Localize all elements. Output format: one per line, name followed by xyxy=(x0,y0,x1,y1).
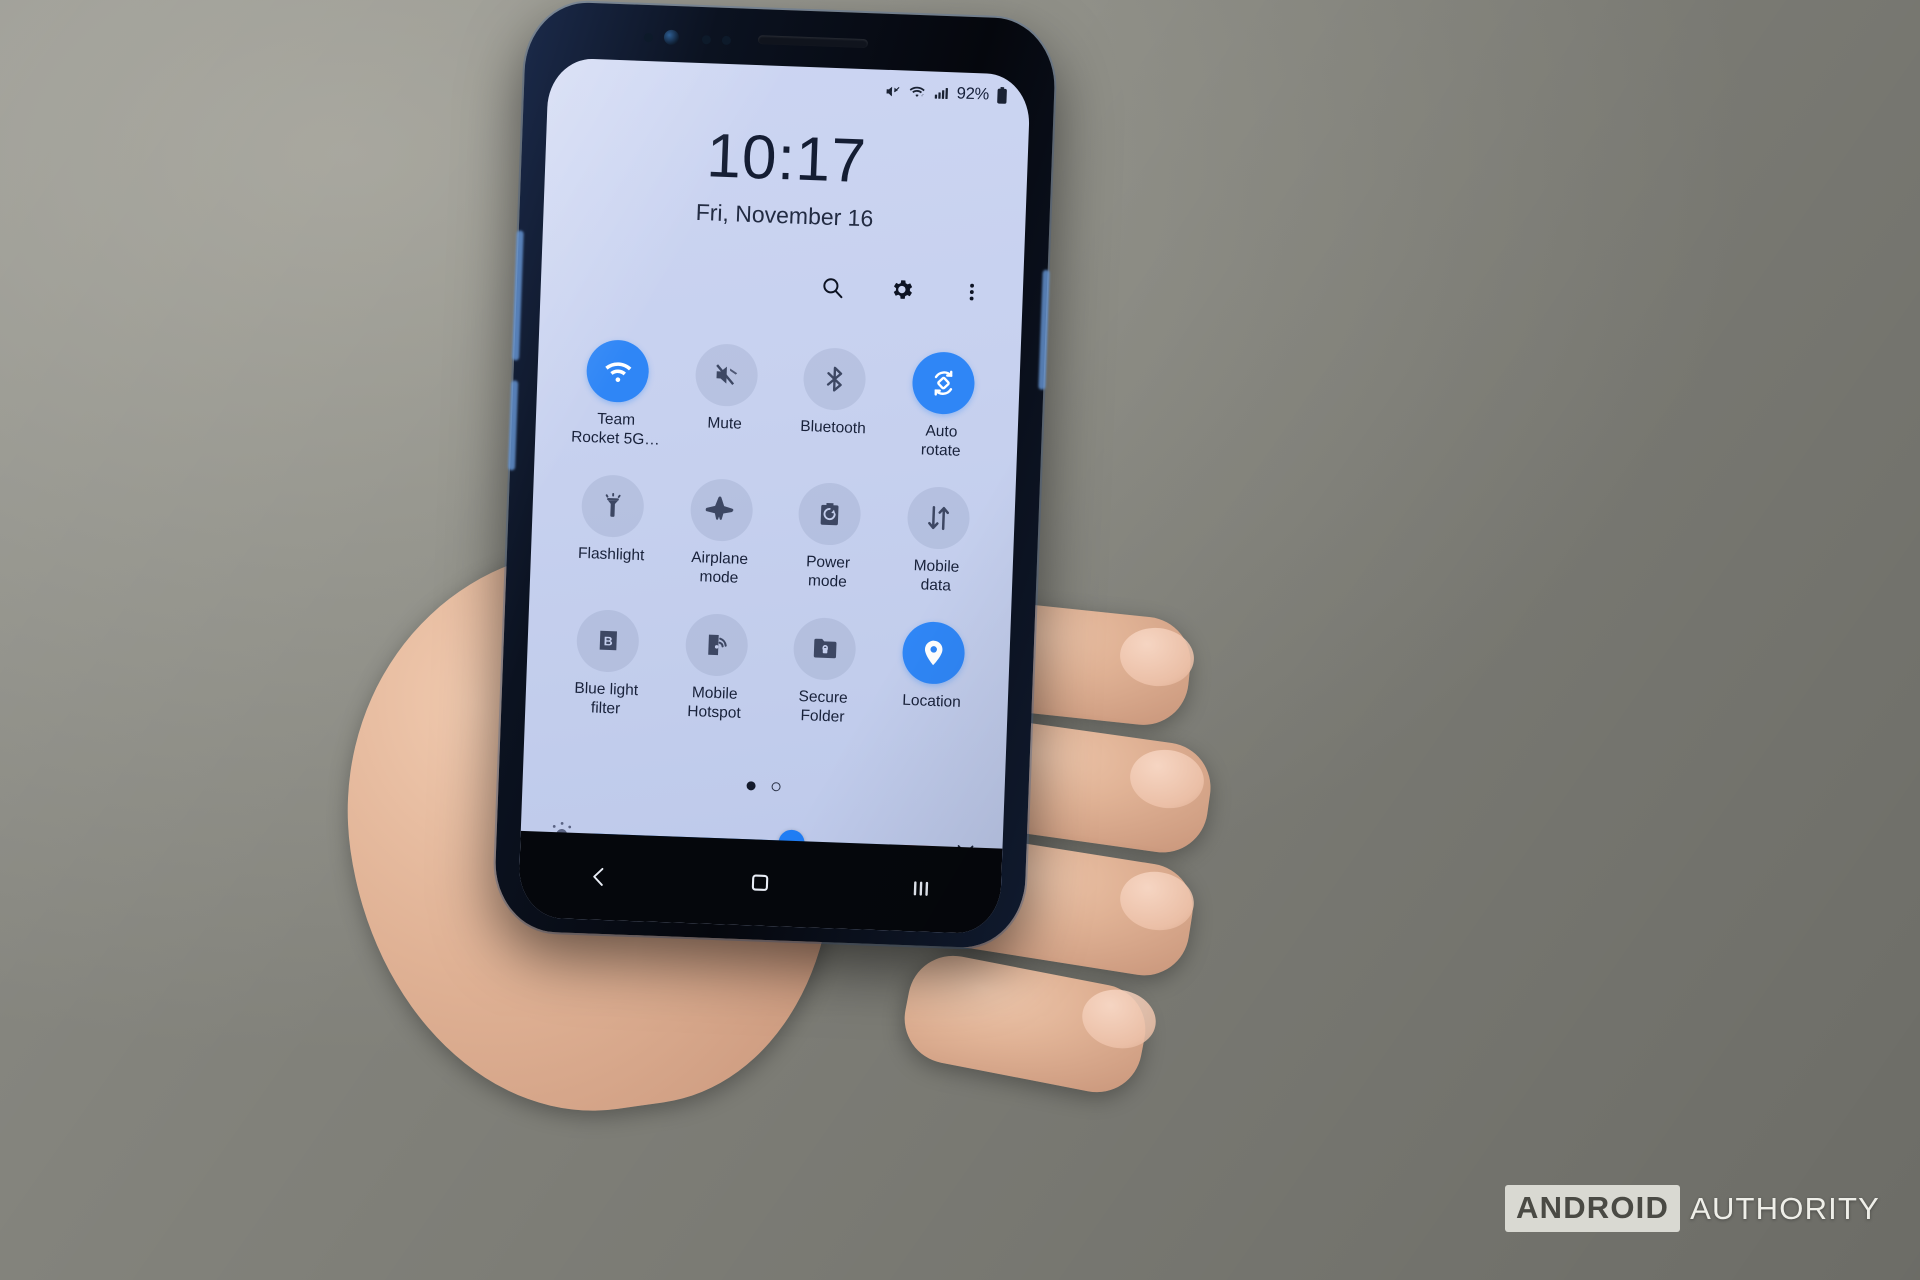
toggle-label: Location xyxy=(901,691,962,711)
page-dot-1[interactable] xyxy=(746,781,756,791)
status-bar: 92% xyxy=(883,78,1008,109)
watermark: ANDROID AUTHORITY xyxy=(1505,1185,1880,1232)
bluetooth-icon xyxy=(802,347,867,412)
back-button[interactable] xyxy=(569,851,631,903)
toggle-label: Blue light filter xyxy=(574,679,639,718)
mobile-hotspot-icon xyxy=(684,612,749,677)
blue-light-filter-icon: B xyxy=(575,608,641,673)
clock-date: Fri, November 16 xyxy=(695,198,874,232)
svg-text:B: B xyxy=(603,634,613,648)
wifi-icon xyxy=(907,83,926,101)
mobile-data-icon xyxy=(906,485,971,550)
quick-settings-grid: Team Rocket 5G… Mute Bluetooth Auto rota… xyxy=(551,338,999,732)
home-button[interactable] xyxy=(729,857,791,909)
toggle-label: Mobile data xyxy=(913,556,960,595)
toggle-mobile-hotspot[interactable]: Mobile Hotspot xyxy=(659,612,771,725)
page-indicator xyxy=(523,773,1005,800)
toggle-power-mode[interactable]: Power mode xyxy=(773,481,885,594)
toggle-label: Team Rocket 5G… xyxy=(570,410,661,449)
auto-rotate-icon xyxy=(911,350,976,416)
quick-settings-header-actions xyxy=(816,271,987,307)
toggle-secure-folder[interactable]: Secure Folder xyxy=(768,616,880,729)
toggle-flashlight[interactable]: Flashlight xyxy=(556,473,668,586)
clock-time: 10:17 xyxy=(705,121,868,197)
secure-folder-icon xyxy=(792,616,858,681)
search-button[interactable] xyxy=(816,271,847,302)
wifi-icon xyxy=(585,339,651,404)
toggle-wifi[interactable]: Team Rocket 5G… xyxy=(561,338,673,451)
toggle-location[interactable]: Location xyxy=(876,620,988,733)
location-pin-icon xyxy=(901,620,966,685)
toggle-label: Flashlight xyxy=(577,544,645,565)
recents-button[interactable] xyxy=(890,863,952,915)
toggle-mobile-data[interactable]: Mobile data xyxy=(881,485,993,598)
battery-percentage: 92% xyxy=(956,83,990,104)
toggle-blue-light-filter[interactable]: B Blue light filter xyxy=(551,608,663,721)
toggle-label: Power mode xyxy=(805,553,851,591)
cellular-signal-icon xyxy=(932,85,950,102)
page-dot-2[interactable] xyxy=(771,782,781,792)
toggle-label: Auto rotate xyxy=(920,422,961,460)
battery-icon xyxy=(996,86,1009,104)
clock-area: 10:17 Fri, November 16 xyxy=(543,119,1028,238)
toggle-label: Mobile Hotspot xyxy=(687,683,742,722)
watermark-suffix: AUTHORITY xyxy=(1690,1190,1880,1226)
more-options-button[interactable] xyxy=(956,277,987,308)
mute-icon xyxy=(694,343,759,408)
flashlight-icon xyxy=(580,473,646,539)
mute-icon xyxy=(883,82,901,100)
airplane-icon xyxy=(689,477,754,542)
toggle-label: Bluetooth xyxy=(799,417,867,438)
toggle-airplane-mode[interactable]: Airplane mode xyxy=(664,477,776,590)
settings-button[interactable] xyxy=(886,274,917,305)
toggle-label: Airplane mode xyxy=(690,548,749,587)
toggle-mute[interactable]: Mute xyxy=(669,342,781,455)
watermark-brand: ANDROID xyxy=(1505,1185,1681,1232)
toggle-auto-rotate[interactable]: Auto rotate xyxy=(886,350,998,463)
smartphone: 92% 10:17 Fri, November 16 Team Rocket 5… xyxy=(493,0,1057,950)
toggle-label: Mute xyxy=(707,414,743,433)
phone-screen: 92% 10:17 Fri, November 16 Team Rocket 5… xyxy=(517,57,1031,935)
toggle-bluetooth[interactable]: Bluetooth xyxy=(778,346,890,459)
toggle-label: Secure Folder xyxy=(798,687,849,726)
navigation-bar xyxy=(517,830,1003,935)
power-mode-icon xyxy=(797,481,862,546)
